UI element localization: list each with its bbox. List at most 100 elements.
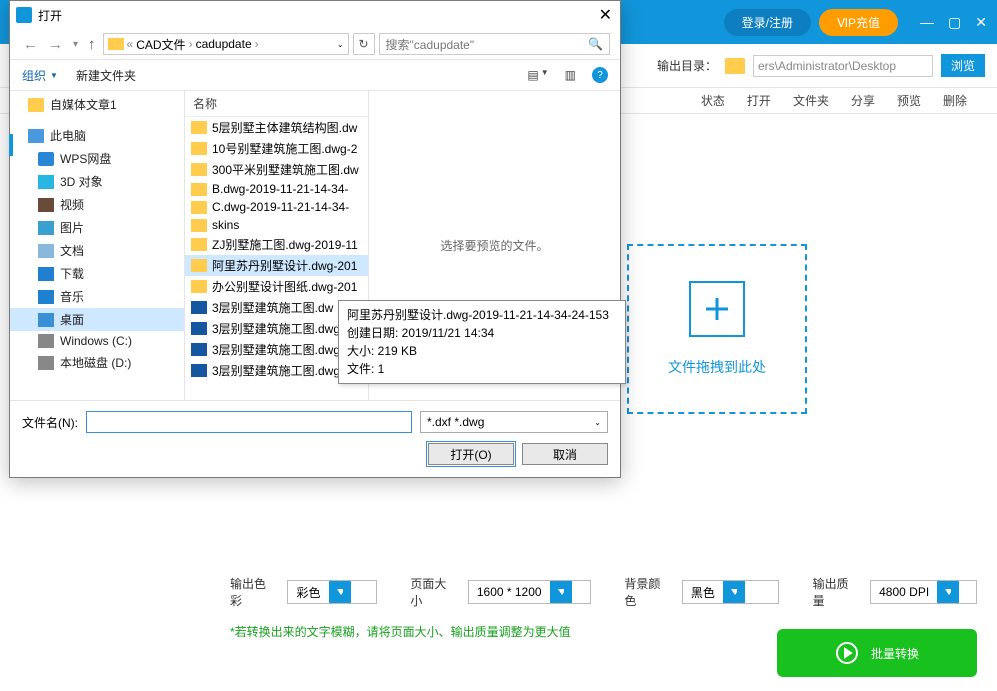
drop-zone[interactable]: 文件拖拽到此处 [627,244,807,414]
back-icon[interactable]: ← [20,36,41,53]
preview-pane-button[interactable]: ▥ [565,68,576,82]
folder-icon [191,219,207,232]
file-row[interactable]: 10号别墅建筑施工图.dwg-2 [185,138,368,159]
organize-menu[interactable]: 组织▼ [22,67,58,84]
col-status: 状态 [701,92,725,109]
bgcolor-combo[interactable]: 黑色 [682,580,779,604]
search-icon: 🔍 [588,37,603,51]
dialog-toolbar: 组织▼ 新建文件夹 ▤ ▼ ▥ ? [10,59,620,91]
col-share: 分享 [851,92,875,109]
up-icon[interactable]: ↑ [85,36,99,53]
filename-label: 文件名(N): [22,414,78,431]
search-input[interactable]: 搜索"cadupdate" 🔍 [379,33,610,55]
tree-item-hdd[interactable]: Windows (C:) [10,331,184,351]
file-row[interactable]: skins [185,216,368,234]
col-delete: 删除 [943,92,967,109]
wps-icon [38,152,54,166]
file-row[interactable]: 5层别墅主体建筑结构图.dw [185,117,368,138]
hdd-icon [38,334,54,348]
cube-icon [38,175,54,189]
file-row[interactable]: ZJ别墅施工图.dwg-2019-11 [185,234,368,255]
tree-item-cube[interactable]: 3D 对象 [10,170,184,193]
tree-item-pc[interactable]: 此电脑 [10,124,184,147]
desk-icon [38,313,54,327]
close-app-icon[interactable]: ✕ [975,14,987,31]
tree-item-img[interactable]: 图片 [10,216,184,239]
maximize-icon[interactable]: ▢ [948,14,961,31]
outdir-path[interactable]: ers\Administrator\Desktop [753,55,933,77]
tree-item-dl[interactable]: 下载 [10,262,184,285]
pagesize-combo[interactable]: 1600 * 1200 [468,580,591,604]
tree-item-vid[interactable]: 视频 [10,193,184,216]
folder-icon [191,142,207,155]
crumb-cadupdate[interactable]: cadupdate [196,37,252,51]
dialog-footer: 文件名(N): *.dxf *.dwg⌄ 打开(O) 取消 [10,401,620,477]
pagesize-label: 页面大小 [410,575,457,609]
file-row[interactable]: 阿里苏丹别墅设计.dwg-201 [185,255,368,276]
file-row[interactable]: 办公别墅设计图纸.dwg-201 [185,276,368,297]
colorspace-combo[interactable]: 彩色 [287,580,376,604]
file-header-name[interactable]: 名称 [185,91,368,117]
view-mode-button[interactable]: ▤ ▼ [527,68,548,82]
tree-item-doc[interactable]: 文档 [10,239,184,262]
crumb-cad[interactable]: CAD文件 [136,36,185,53]
folder-icon [191,280,207,293]
play-icon [835,641,859,665]
col-preview: 预览 [897,92,921,109]
dialog-nav: ← → ▾ ↑ « CAD文件 › cadupdate › ⌄ ↻ 搜索"cad… [10,29,620,59]
tree-item-media[interactable]: 自媒体文章1 [10,93,184,116]
quality-combo[interactable]: 4800 DPI [870,580,977,604]
recent-icon[interactable]: ▾ [70,39,81,50]
dl-icon [38,267,54,281]
dialog-titlebar: 打开 ✕ [10,1,620,29]
tree-item-hdd[interactable]: 本地磁盘 (D:) [10,351,184,374]
folder-tree: 自媒体文章1 此电脑 WPS网盘3D 对象视频图片文档下载音乐桌面Windows… [10,91,185,400]
file-row[interactable]: 300平米别墅建筑施工图.dw [185,159,368,180]
cad-icon [191,343,207,356]
cancel-button[interactable]: 取消 [522,443,608,465]
app-icon [16,7,32,23]
folder-icon [191,201,207,214]
minimize-icon[interactable]: — [920,14,934,31]
music-icon [38,290,54,304]
open-button[interactable]: 打开(O) [428,443,514,465]
tree-item-desk[interactable]: 桌面 [10,308,184,331]
hdd-icon [38,356,54,370]
cad-icon [191,301,207,314]
folder-icon [191,183,207,196]
browse-button[interactable]: 浏览 [941,54,985,77]
file-row[interactable]: B.dwg-2019-11-21-14-34- [185,180,368,198]
folder-icon [191,121,207,134]
new-folder-button[interactable]: 新建文件夹 [76,67,136,84]
login-button[interactable]: 登录/注册 [724,9,811,36]
folder-icon [108,38,124,50]
bgcolor-label: 背景颜色 [624,575,671,609]
quality-label: 输出质量 [813,575,860,609]
filename-input[interactable] [86,411,412,433]
drop-text: 文件拖拽到此处 [668,357,766,377]
colorspace-label: 输出色彩 [230,575,277,609]
folder-icon [725,58,745,74]
col-folder: 文件夹 [793,92,829,109]
tree-item-wps[interactable]: WPS网盘 [10,147,184,170]
tree-item-music[interactable]: 音乐 [10,285,184,308]
refresh-icon[interactable]: ↻ [353,33,375,55]
convert-button[interactable]: 批量转换 [777,629,977,677]
add-file-button[interactable] [689,281,745,337]
vid-icon [38,198,54,212]
close-dialog-icon[interactable]: ✕ [599,5,612,25]
cad-icon [191,364,207,377]
chevron-down-icon[interactable]: ⌄ [337,40,344,49]
doc-icon [38,244,54,258]
filetype-combo[interactable]: *.dxf *.dwg⌄ [420,411,608,433]
file-tooltip: 阿里苏丹别墅设计.dwg-2019-11-21-14-34-24-153 创建日… [338,300,626,384]
folder-icon [191,238,207,251]
app-footer: 输出色彩 彩色 页面大小 1600 * 1200 背景颜色 黑色 输出质量 48… [210,561,997,691]
folder-icon [191,259,207,272]
breadcrumb[interactable]: « CAD文件 › cadupdate › ⌄ [103,33,349,55]
forward-icon[interactable]: → [45,36,66,53]
vip-button[interactable]: ⅥP充值 [819,9,898,36]
file-row[interactable]: C.dwg-2019-11-21-14-34- [185,198,368,216]
col-open: 打开 [747,92,771,109]
help-icon[interactable]: ? [592,67,608,83]
